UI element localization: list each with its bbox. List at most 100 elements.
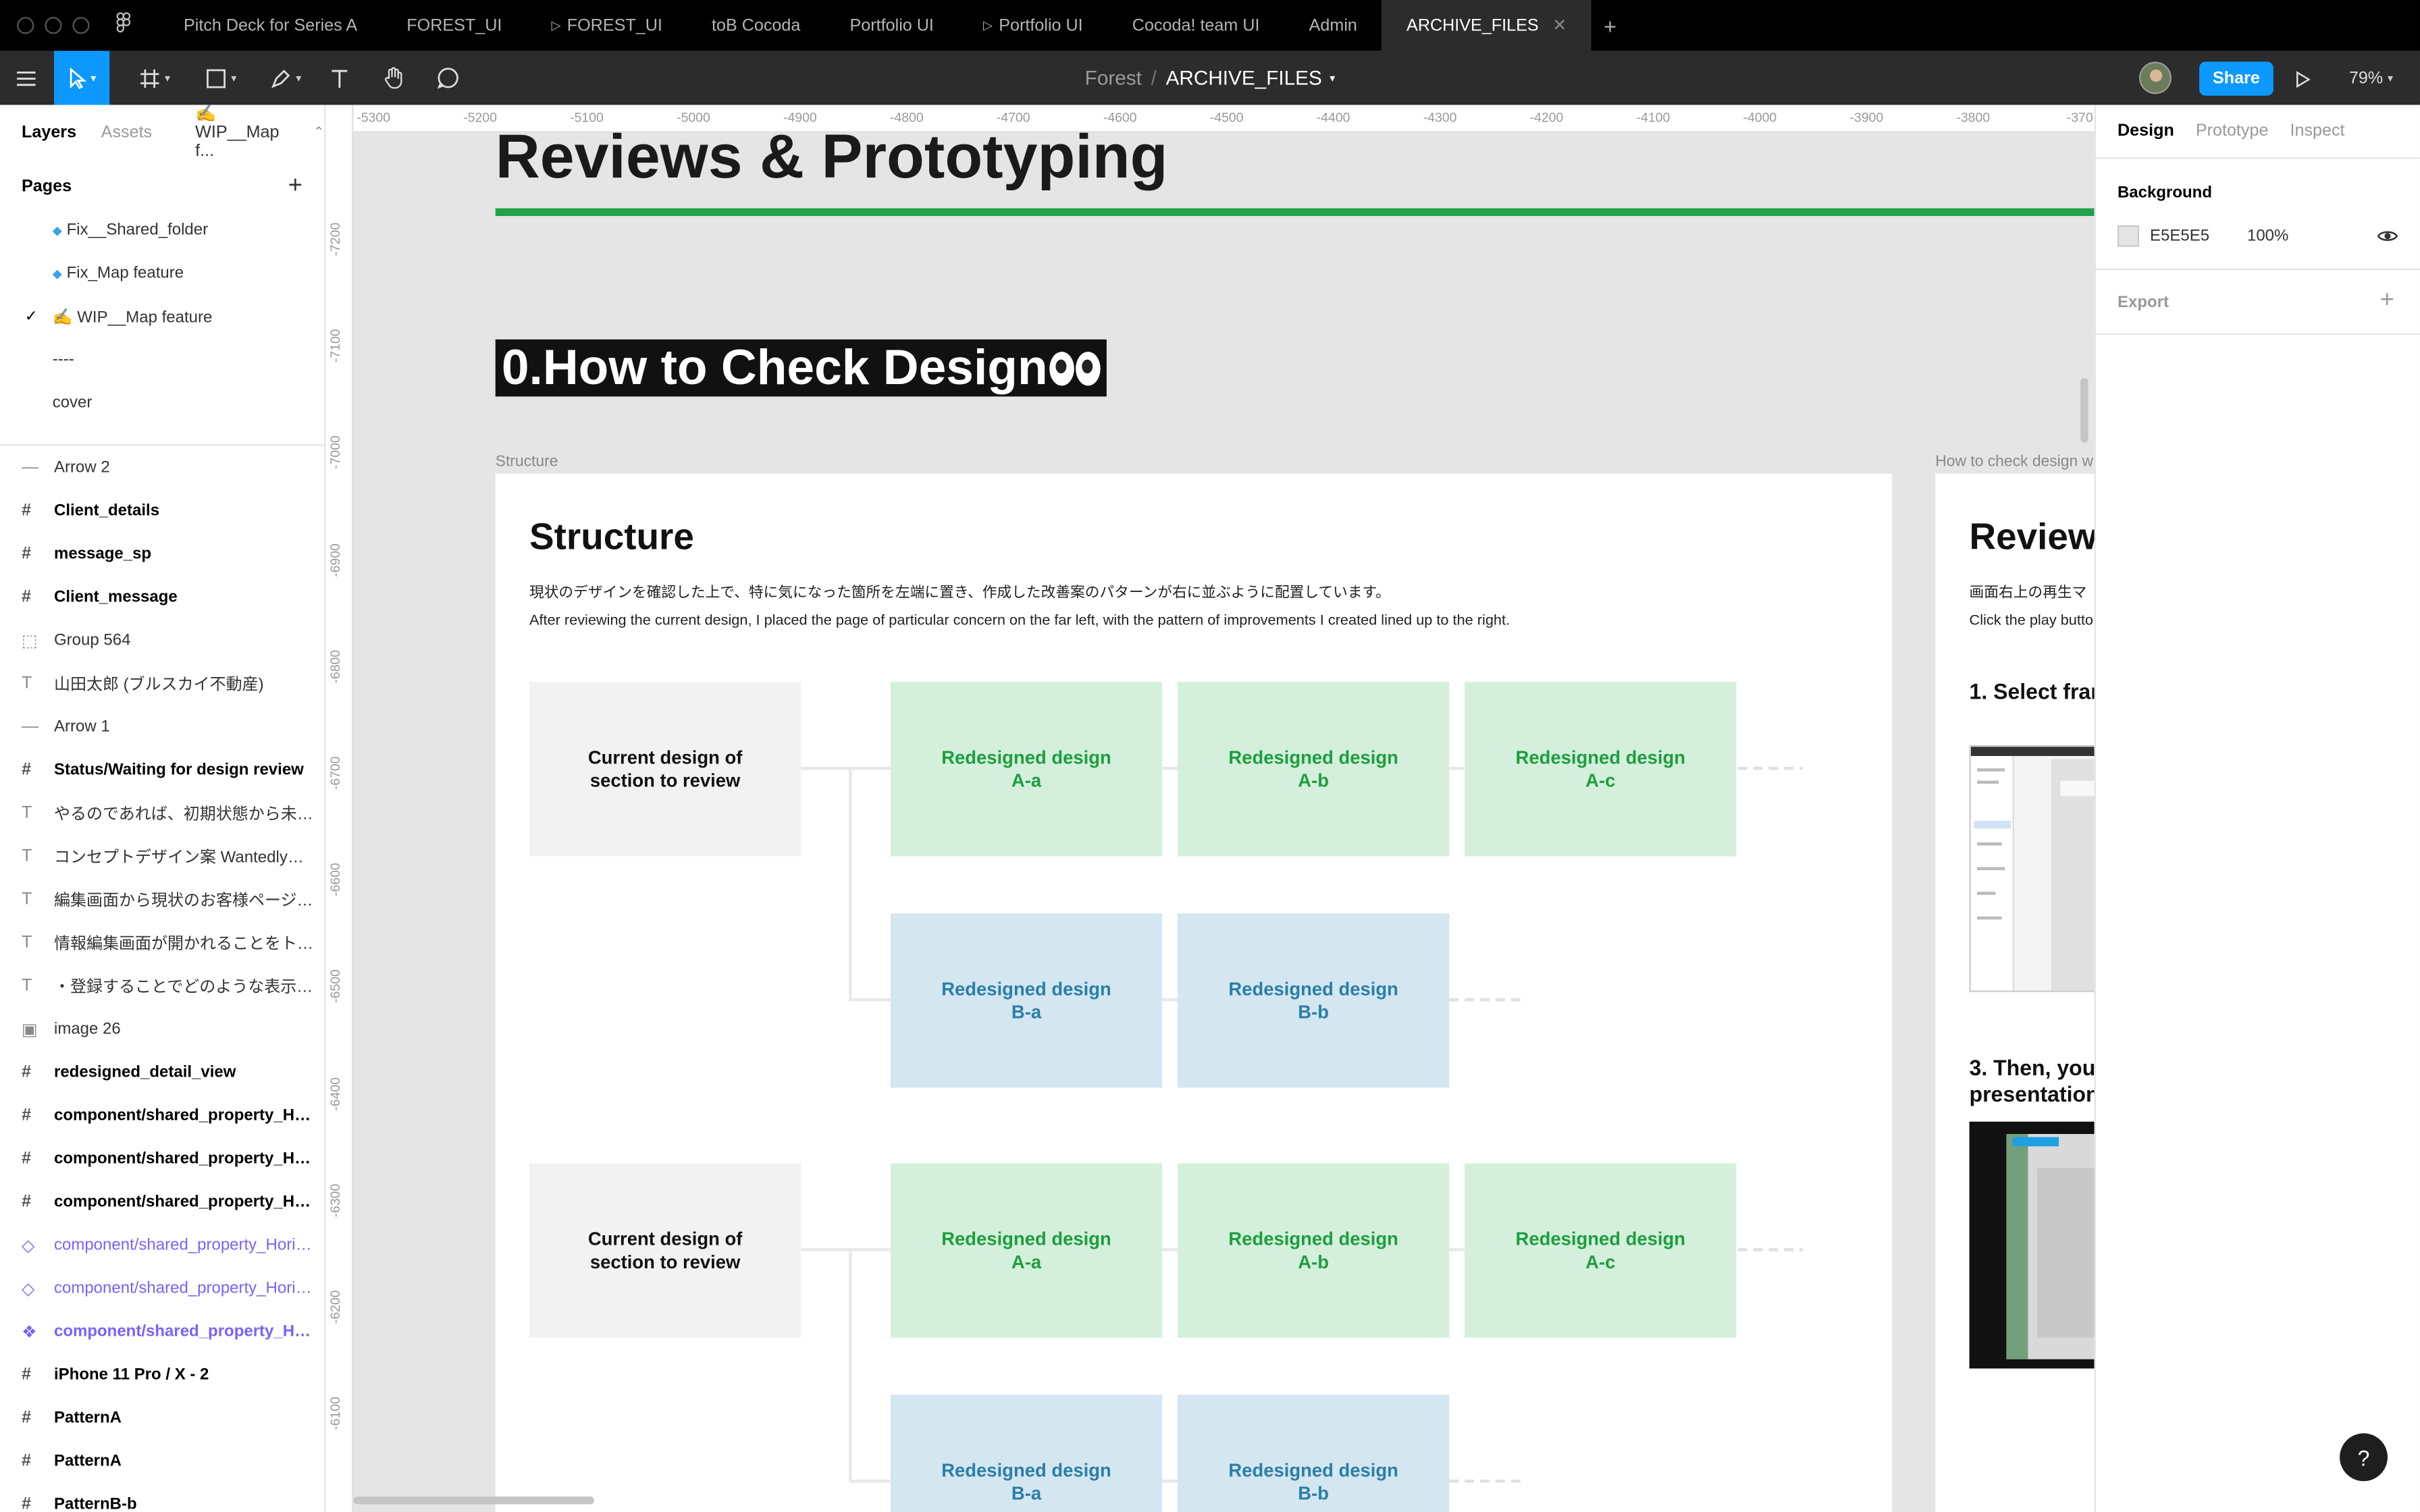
move-tool-button[interactable]: ▾ — [53, 51, 110, 105]
tab-assets[interactable]: Assets — [101, 123, 152, 141]
design-card[interactable]: Redesigned design A-a — [890, 682, 1163, 857]
layer-item[interactable]: T 情報編集画面が開かれることをトリ... — [0, 921, 324, 965]
layer-item[interactable]: ❖ component/shared_property_Hori... — [0, 1310, 324, 1353]
layer-item[interactable]: ⬚ Group 564 — [0, 619, 324, 662]
file-tab[interactable]: FOREST_UI — [382, 0, 527, 51]
layer-item[interactable]: # component/shared_property_Hori... — [0, 1094, 324, 1137]
layer-item[interactable]: ▣ image 26 — [0, 1008, 324, 1051]
tab-layers[interactable]: Layers — [22, 123, 76, 141]
layer-item[interactable]: T コンセプトデザイン案 Wantedlyの... — [0, 835, 324, 878]
text-icon: T — [21, 890, 32, 909]
chevron-down-icon[interactable]: ▾ — [1330, 72, 1335, 84]
layer-item-label: Client_details — [53, 501, 160, 520]
tab-design[interactable]: Design — [2118, 122, 2174, 140]
page-item[interactable]: ◆ Fix__Shared_folder — [0, 209, 324, 252]
page-item[interactable]: ✓ ✍️ WIP__Map feature — [0, 295, 324, 338]
share-button[interactable]: Share — [2199, 61, 2273, 96]
frame-label-structure[interactable]: Structure — [496, 454, 558, 470]
new-tab-button[interactable]: + — [1604, 13, 1616, 38]
present-button[interactable] — [2295, 61, 2311, 95]
file-tab[interactable]: ARCHIVE_FILES ✕ — [1382, 0, 1592, 51]
layer-item[interactable]: — Arrow 2 — [0, 446, 324, 489]
horizontal-scrollbar[interactable] — [353, 1496, 594, 1505]
structure-frame[interactable]: Structure 現状のデザインを確認した上で、特に気になった箇所を左端に置き… — [495, 473, 1893, 1512]
layer-item[interactable]: # component/shared_property_Hori... — [0, 1181, 324, 1224]
canvas[interactable]: Reviews & Prototyping 0.How to Check Des… — [325, 105, 2095, 1512]
pen-tool-button[interactable]: ▾ — [261, 51, 310, 105]
main-menu-icon[interactable] — [6, 51, 46, 105]
tab-prototype[interactable]: Prototype — [2196, 122, 2269, 140]
ruler-tick-label: -6200 — [327, 1290, 343, 1324]
page-item[interactable]: cover — [0, 381, 324, 425]
file-tab[interactable]: ▷ Portfolio UI — [958, 0, 1107, 51]
layer-item[interactable]: T 編集画面から現状のお客様ページを... — [0, 878, 324, 921]
add-export-button[interactable]: + — [2380, 287, 2394, 315]
layer-item[interactable]: # message_sp — [0, 533, 324, 576]
layer-item[interactable]: T 山田太郎 (ブルスカイ不動産) — [0, 662, 324, 705]
chevron-up-icon[interactable]: ⌃ — [314, 125, 324, 139]
layer-item-label: Arrow 1 — [53, 717, 110, 736]
design-card[interactable]: Current design of section to review — [529, 682, 801, 857]
comment-tool-button[interactable] — [431, 51, 465, 105]
page-item[interactable]: ---- — [0, 338, 324, 381]
background-opacity-input[interactable]: 100% — [2247, 227, 2288, 245]
add-page-button[interactable]: + — [288, 173, 302, 200]
figma-logo-icon[interactable] — [113, 12, 134, 38]
frame-label-review[interactable]: How to check design w — [1935, 454, 2093, 470]
layer-item[interactable]: # Status/Waiting for design review — [0, 749, 324, 792]
close-window-button[interactable] — [17, 17, 34, 34]
minimize-window-button[interactable] — [45, 17, 62, 34]
design-card[interactable]: Redesigned design A-b — [1177, 682, 1450, 857]
background-hex-input[interactable]: E5E5E5 — [2150, 227, 2209, 245]
help-button[interactable]: ? — [2340, 1433, 2388, 1482]
zoom-dropdown[interactable]: 79% ▾ — [2349, 61, 2393, 95]
shape-tool-button[interactable]: ▾ — [196, 51, 245, 105]
text-tool-button[interactable] — [323, 51, 357, 105]
layer-item[interactable]: ◇ component/shared_property_Horiz... — [0, 1224, 324, 1267]
layer-item[interactable]: — Arrow 1 — [0, 705, 324, 749]
background-color-swatch[interactable] — [2117, 225, 2139, 247]
review-frame[interactable]: Review 画面右上の再生マ Click the play butto 1. … — [1935, 473, 2095, 1512]
layer-item[interactable]: # component/shared_property_Hori... — [0, 1137, 324, 1181]
design-card[interactable]: Redesigned design B-b — [1177, 1395, 1450, 1512]
file-tab[interactable]: Pitch Deck for Series A — [159, 0, 382, 51]
file-tab[interactable]: toB Cocoda — [687, 0, 825, 51]
layer-item[interactable]: ◇ component/shared_property_Horiz... — [0, 1267, 324, 1310]
divider — [2095, 333, 2420, 335]
design-card[interactable]: Redesigned design B-b — [1177, 913, 1450, 1088]
vertical-scrollbar[interactable] — [2080, 377, 2088, 443]
design-card[interactable]: Redesigned design B-a — [890, 913, 1163, 1088]
frame-tool-button[interactable]: ▾ — [130, 51, 179, 105]
file-tab[interactable]: Cocoda! team UI — [1107, 0, 1284, 51]
design-card[interactable]: Redesigned design A-c — [1465, 1163, 1737, 1338]
layer-item[interactable]: # Client_details — [0, 489, 324, 533]
layer-item[interactable]: # PatternB-b — [0, 1483, 324, 1512]
project-name[interactable]: Forest — [1085, 66, 1142, 89]
file-tab[interactable]: Portfolio UI — [825, 0, 959, 51]
design-card[interactable]: Current design of section to review — [529, 1163, 801, 1338]
layer-item[interactable]: # PatternA — [0, 1440, 324, 1483]
maximize-window-button[interactable] — [72, 17, 90, 34]
dashed-connector — [1737, 1248, 1803, 1251]
eye-icon[interactable] — [2377, 225, 2398, 247]
layer-item[interactable]: T やるのであれば、初期状態から未入... — [0, 792, 324, 835]
design-card[interactable]: Redesigned design B-a — [890, 1395, 1163, 1512]
file-tab[interactable]: Admin — [1284, 0, 1382, 51]
design-card[interactable]: Redesigned design A-a — [890, 1163, 1163, 1338]
tab-inspect[interactable]: Inspect — [2290, 122, 2344, 140]
layer-item[interactable]: # redesigned_detail_view — [0, 1051, 324, 1094]
layer-item[interactable]: # PatternA — [0, 1397, 324, 1440]
layer-item[interactable]: # Client_message — [0, 576, 324, 619]
hand-tool-button[interactable] — [377, 51, 411, 105]
design-card[interactable]: Redesigned design A-c — [1465, 682, 1737, 857]
close-tab-icon[interactable]: ✕ — [1552, 16, 1567, 35]
avatar[interactable] — [2138, 61, 2172, 94]
page-item[interactable]: ◆ Fix_Map feature — [0, 252, 324, 295]
file-tab-label: Portfolio UI — [999, 16, 1083, 35]
layer-item[interactable]: T ・登録することでどのような表示に... — [0, 965, 324, 1008]
current-page-selector[interactable]: ✍️ WIP__Map f... — [195, 105, 301, 160]
layer-item[interactable]: # iPhone 11 Pro / X - 2 — [0, 1353, 324, 1397]
file-tab[interactable]: ▷ FOREST_UI — [527, 0, 687, 51]
design-card[interactable]: Redesigned design A-b — [1177, 1163, 1450, 1338]
file-name[interactable]: ARCHIVE_FILES — [1166, 66, 1322, 89]
